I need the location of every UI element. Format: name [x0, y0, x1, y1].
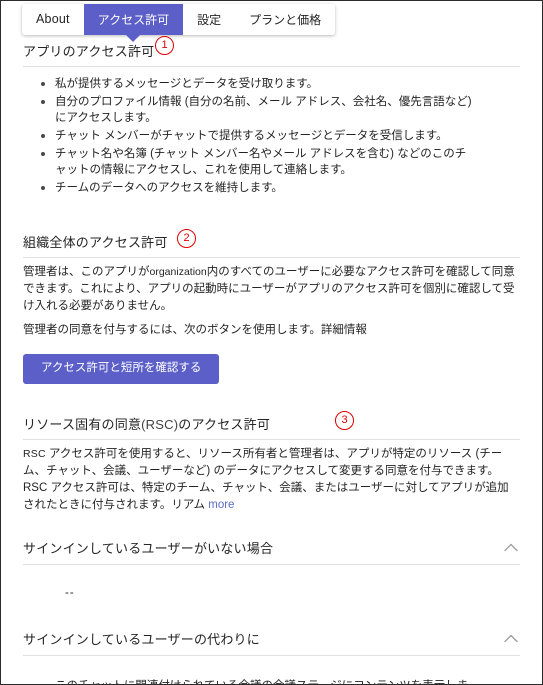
list-item: 私が提供するメッセージとデータを受け取ります。: [41, 76, 475, 92]
chevron-up-icon[interactable]: [504, 543, 518, 552]
section-on-behalf-of-user: サインインしているユーザーの代わりに このチャットに関連付けられている会議の会議…: [23, 629, 520, 684]
list-item: 自分のプロファイル情報 (自分の名前、メール アドレス、会社名、優先言語など) …: [41, 94, 475, 126]
no-signed-in-user-body: --: [23, 565, 520, 599]
rsc-title-tail: のアクセス許可: [178, 416, 271, 432]
no-signed-in-user-toggle[interactable]: サインインしているユーザーがいない場合: [23, 538, 520, 565]
section-rsc-permissions: リソース固有の同意(RSC)のアクセス許可 3 RSC アクセス許可を使用すると…: [23, 410, 520, 514]
app-permissions-title: アプリのアクセス許可: [23, 44, 155, 59]
no-signed-in-user-title: サインインしているユーザーがいない場合: [23, 540, 274, 556]
content-area: アプリのアクセス許可 1 私が提供するメッセージとデータを受け取ります。 自分の…: [1, 36, 542, 684]
rsc-title-main: リソース固有の同意: [23, 416, 142, 432]
org-wide-description-before: 管理者は、このアプリが: [23, 266, 150, 278]
org-wide-heading-row: 組織全体のアクセス許可 2: [23, 229, 520, 258]
org-wide-consent-note: 管理者の同意を付与するには、次のボタンを使用します。詳細情報: [23, 324, 367, 336]
rsc-title-paren: (RSC): [141, 416, 179, 432]
annotation-badge-2: 2: [177, 229, 196, 248]
annotation-badge-3: 3: [335, 410, 354, 430]
on-behalf-of-user-title: サインインしているユーザーの代わりに: [23, 631, 260, 647]
rsc-abbreviation: RSC: [23, 447, 46, 460]
review-permissions-button[interactable]: アクセス許可と短所を確認する: [23, 354, 220, 384]
rsc-title: リソース固有の同意(RSC)のアクセス許可: [23, 414, 270, 433]
tab-about[interactable]: About: [22, 4, 84, 35]
annotation-badge-1: 1: [155, 36, 174, 55]
tab-strip-container: About アクセス許可 設定 プランと価格: [1, 1, 542, 42]
rsc-more-link[interactable]: more: [208, 499, 234, 511]
rsc-description: RSC アクセス許可を使用すると、リソース所有者と管理者は、アプリが特定のリソー…: [23, 446, 520, 514]
section-app-permissions: アプリのアクセス許可 1 私が提供するメッセージとデータを受け取ります。 自分の…: [23, 36, 520, 196]
tab-plans-and-pricing[interactable]: プランと価格: [235, 4, 335, 35]
rsc-description-text: アクセス許可を使用すると、リソース所有者と管理者は、アプリが特定のリソース (チ…: [23, 447, 509, 511]
app-permissions-heading-row: アプリのアクセス許可 1: [23, 36, 520, 67]
list-item: チャット名や名簿 (チャット メンバー名やメール アドレスを含む) などのこのチ…: [41, 146, 475, 178]
app-permissions-list: 私が提供するメッセージとデータを受け取ります。 自分のプロファイル情報 (自分の…: [23, 76, 520, 196]
on-behalf-of-user-toggle[interactable]: サインインしているユーザーの代わりに: [23, 629, 520, 656]
chevron-up-icon[interactable]: [504, 634, 518, 643]
org-wide-description: 管理者は、このアプリがorganization内のすべてのユーザーに必要なアクセ…: [23, 264, 520, 315]
tab-strip: About アクセス許可 設定 プランと価格: [22, 4, 336, 42]
tab-settings[interactable]: 設定: [183, 4, 235, 35]
list-item: チームのデータへのアクセスを維持します。: [41, 180, 475, 196]
tab-permissions[interactable]: アクセス許可: [83, 4, 184, 42]
no-signed-in-user-empty-value: --: [65, 586, 75, 599]
list-item: チャット メンバーがチャットで提供するメッセージとデータを受信します。: [41, 128, 475, 144]
app-permissions-screen: About アクセス許可 設定 プランと価格 アプリのアクセス許可 1 私が提供…: [0, 0, 543, 685]
section-org-wide-permissions: 組織全体のアクセス許可 2 管理者は、このアプリがorganization内のす…: [23, 229, 520, 384]
section-no-signed-in-user: サインインしているユーザーがいない場合 --: [23, 538, 520, 599]
rsc-heading-row: リソース固有の同意(RSC)のアクセス許可 3: [23, 410, 520, 440]
on-behalf-of-user-list: このチャットに関連付けられている会議の会議ステージにコンテンツを表示します。: [23, 678, 520, 684]
org-wide-organization-word: organization: [149, 266, 207, 278]
org-wide-title: 組織全体のアクセス許可: [23, 235, 168, 250]
list-item: このチャットに関連付けられている会議の会議ステージにコンテンツを表示します。: [41, 678, 475, 684]
